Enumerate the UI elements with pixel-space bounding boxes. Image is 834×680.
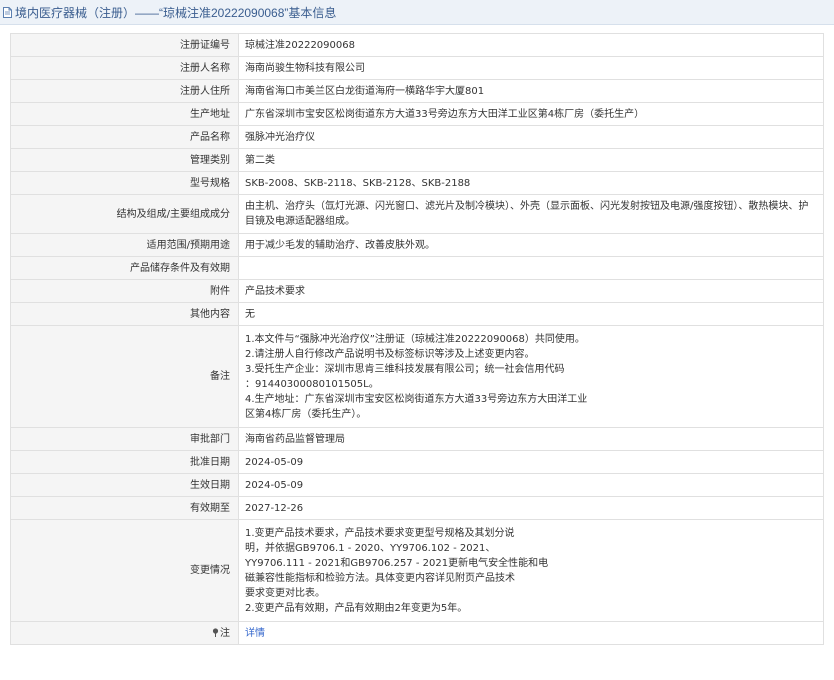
device-info-table: 注册证编号 琼械注准20222090068 注册人名称 海南尚骏生物科技有限公司… — [10, 33, 824, 645]
row-label: 备注 — [10, 325, 239, 428]
row-label: 附件 — [10, 279, 239, 303]
row-label: 产品名称 — [10, 125, 239, 149]
row-value: 产品技术要求 — [238, 279, 824, 303]
table-row: 适用范围/预期用途 用于减少毛发的辅助治疗、改善皮肤外观。 — [10, 233, 824, 257]
row-value: 无 — [238, 302, 824, 326]
page-header: 境内医疗器械（注册）——“琼械注准20222090068”基本信息 — [0, 0, 834, 25]
table-row: 管理类别 第二类 — [10, 148, 824, 172]
row-label: 型号规格 — [10, 171, 239, 195]
row-label: 生产地址 — [10, 102, 239, 126]
details-link[interactable]: 详情 — [245, 628, 265, 639]
row-label: 生效日期 — [10, 473, 239, 497]
table-row: 产品名称 强脉冲光治疗仪 — [10, 125, 824, 149]
detail-cell: 详情 — [238, 621, 824, 645]
table-row: 变更情况 1.变更产品技术要求，产品技术要求变更型号规格及其划分说 明，并依据G… — [10, 519, 824, 622]
row-label: 其他内容 — [10, 302, 239, 326]
row-label: 审批部门 — [10, 427, 239, 451]
row-value: 琼械注准20222090068 — [238, 33, 824, 57]
row-value: 广东省深圳市宝安区松岗街道东方大道33号旁边东方大田洋工业区第4栋厂房（委托生产… — [238, 102, 824, 126]
table-row: 其他内容 无 — [10, 302, 824, 326]
row-value: 强脉冲光治疗仪 — [238, 125, 824, 149]
row-value: 用于减少毛发的辅助治疗、改善皮肤外观。 — [238, 233, 824, 257]
row-label: 管理类别 — [10, 148, 239, 172]
note-label: 注 — [220, 627, 230, 639]
row-label: 变更情况 — [10, 519, 239, 622]
row-value — [238, 256, 824, 280]
table-row: 批准日期 2024-05-09 — [10, 450, 824, 474]
note-label-cell: 注 — [10, 621, 239, 645]
table-row: 型号规格 SKB-2008、SKB-2118、SKB-2128、SKB-2188 — [10, 171, 824, 195]
row-value: 2024-05-09 — [238, 473, 824, 497]
table-row: 生效日期 2024-05-09 — [10, 473, 824, 497]
row-label: 产品储存条件及有效期 — [10, 256, 239, 280]
row-label: 注册人住所 — [10, 79, 239, 103]
row-label: 适用范围/预期用途 — [10, 233, 239, 257]
pin-icon — [212, 627, 219, 637]
table-row: 注册人住所 海南省海口市美兰区白龙街道海府一横路华宇大厦801 — [10, 79, 824, 103]
table-row: 注册人名称 海南尚骏生物科技有限公司 — [10, 56, 824, 80]
row-value: 海南尚骏生物科技有限公司 — [238, 56, 824, 80]
row-value: 海南省海口市美兰区白龙街道海府一横路华宇大厦801 — [238, 79, 824, 103]
page-title: 境内医疗器械（注册）——“琼械注准20222090068”基本信息 — [15, 5, 337, 20]
row-value: 1.变更产品技术要求，产品技术要求变更型号规格及其划分说 明，并依据GB9706… — [238, 519, 824, 622]
row-label: 结构及组成/主要组成成分 — [10, 194, 239, 234]
row-label: 注册人名称 — [10, 56, 239, 80]
row-value: SKB-2008、SKB-2118、SKB-2128、SKB-2188 — [238, 171, 824, 195]
table-row: 有效期至 2027-12-26 — [10, 496, 824, 520]
document-icon — [3, 6, 12, 18]
row-value: 1.本文件与“强脉冲光治疗仪”注册证（琼械注准20222090068）共同使用。… — [238, 325, 824, 428]
table-row: 产品储存条件及有效期 — [10, 256, 824, 280]
table-row: 附件 产品技术要求 — [10, 279, 824, 303]
table-row: 注 详情 — [10, 621, 824, 645]
row-label: 批准日期 — [10, 450, 239, 474]
row-label: 注册证编号 — [10, 33, 239, 57]
table-row: 备注 1.本文件与“强脉冲光治疗仪”注册证（琼械注准20222090068）共同… — [10, 325, 824, 428]
row-value: 2027-12-26 — [238, 496, 824, 520]
row-value: 2024-05-09 — [238, 450, 824, 474]
table-row: 生产地址 广东省深圳市宝安区松岗街道东方大道33号旁边东方大田洋工业区第4栋厂房… — [10, 102, 824, 126]
table-row: 结构及组成/主要组成成分 由主机、治疗头（氙灯光源、闪光窗口、滤光片及制冷模块）… — [10, 194, 824, 234]
table-row: 注册证编号 琼械注准20222090068 — [10, 33, 824, 57]
table-row: 审批部门 海南省药品监督管理局 — [10, 427, 824, 451]
row-value: 由主机、治疗头（氙灯光源、闪光窗口、滤光片及制冷模块）、外壳（显示面板、闪光发射… — [238, 194, 824, 234]
row-value: 第二类 — [238, 148, 824, 172]
row-label: 有效期至 — [10, 496, 239, 520]
row-value: 海南省药品监督管理局 — [238, 427, 824, 451]
